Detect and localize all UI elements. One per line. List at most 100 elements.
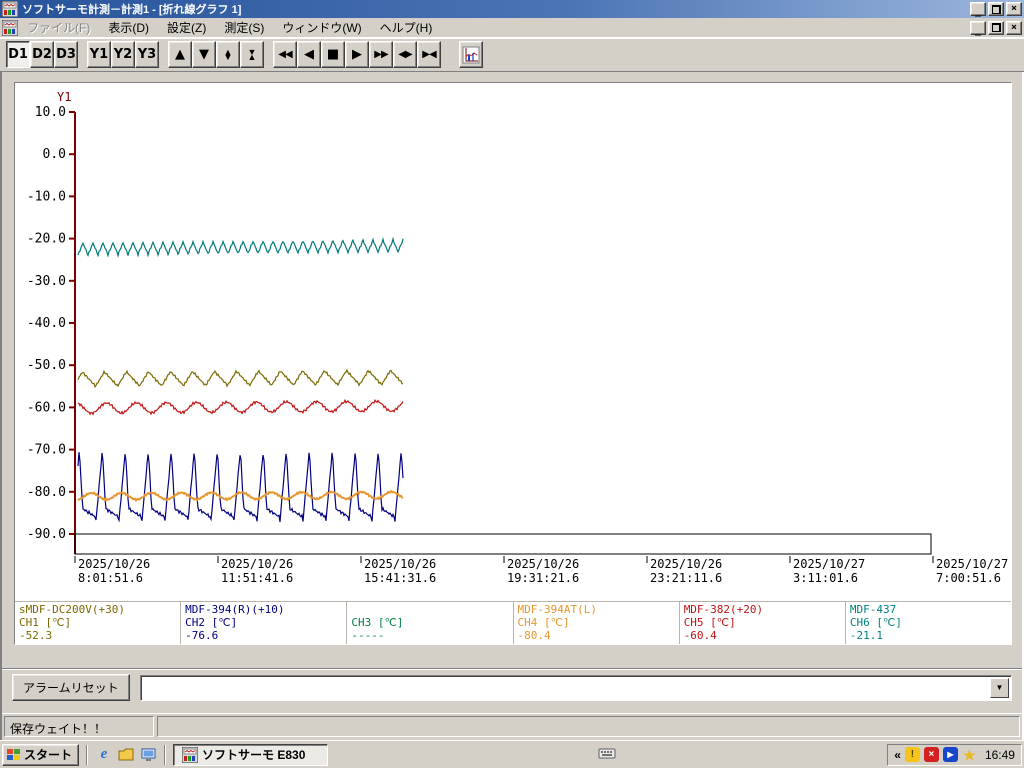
alarm-strip: アラームリセット ▼ xyxy=(2,668,1022,706)
child-window-icon[interactable] xyxy=(1,19,19,36)
svg-text:-60.0: -60.0 xyxy=(27,400,66,415)
alarm-reset-button[interactable]: アラームリセット xyxy=(12,674,130,701)
scroll-down-button[interactable]: ▼ xyxy=(192,41,216,68)
channel-name xyxy=(351,603,508,616)
legend-channel-3: CH3 [℃] ----- xyxy=(347,602,514,644)
menu-measure[interactable]: 測定(S) xyxy=(215,17,273,38)
compress-icon: ▼ ▲ xyxy=(247,46,257,62)
security-alert-icon[interactable]: × xyxy=(923,747,939,762)
desktop: ソフトサーモ計測－計測1 - [折れ線グラフ 1] _ × ファイル(F) 表示… xyxy=(0,0,1024,768)
child-close-button[interactable]: × xyxy=(1006,20,1022,35)
channel-label: CH2 [℃] xyxy=(185,616,238,629)
menu-help[interactable]: ヘルプ(H) xyxy=(371,17,442,38)
stop-button[interactable]: ■ xyxy=(321,41,345,68)
app-icon xyxy=(181,746,199,763)
toolbar-d2-button[interactable]: D2 xyxy=(30,41,54,68)
channel-value: -52.3 xyxy=(19,629,53,642)
toolbar-y1-button[interactable]: Y1 xyxy=(87,41,111,68)
windows-logo-icon xyxy=(7,749,20,760)
graph-settings-button[interactable] xyxy=(459,41,483,68)
compress-horizontal-button[interactable]: ▶◀ xyxy=(417,41,441,68)
toolbar-y2-button[interactable]: Y2 xyxy=(111,41,135,68)
channel-name: MDF-394AT(L) xyxy=(517,603,597,616)
legend-channel-1: sMDF-DC200V(+30) CH1 [℃] -52.3 xyxy=(15,602,182,644)
alarm-combobox-value[interactable] xyxy=(141,676,988,700)
double-right-icon: ▶▶ xyxy=(374,48,388,60)
folder-icon[interactable] xyxy=(117,746,135,764)
scroll-up-button[interactable]: ▲ xyxy=(168,41,192,68)
legend-channel-5: MDF-382(+20) CH5 [℃] -60.4 xyxy=(680,602,846,644)
svg-text:Y1: Y1 xyxy=(57,90,71,104)
channel-legend: sMDF-DC200V(+30) CH1 [℃] -52.3 MDF-394(R… xyxy=(15,601,1011,644)
channel-label: CH1 [℃] xyxy=(19,616,72,629)
up-arrow-icon: ▲ xyxy=(175,47,185,62)
show-desktop-icon[interactable] xyxy=(139,746,157,764)
svg-text:-10.0: -10.0 xyxy=(27,189,66,204)
channel-name: MDF-382(+20) xyxy=(683,603,764,616)
svg-text:19:31:21.6: 19:31:21.6 xyxy=(507,571,579,585)
channel-value: -76.6 xyxy=(185,629,219,642)
chart-icon xyxy=(462,46,480,63)
svg-text:8:01:51.6: 8:01:51.6 xyxy=(78,571,143,585)
alarm-combobox[interactable]: ▼ xyxy=(139,674,1012,701)
toolbar-d3-button[interactable]: D3 xyxy=(54,41,78,68)
close-button[interactable]: × xyxy=(1006,2,1022,16)
toolbar-y3-button[interactable]: Y3 xyxy=(135,41,159,68)
media-player-icon[interactable]: ▶ xyxy=(942,747,958,762)
minimize-button[interactable]: _ xyxy=(970,2,986,17)
app-icon xyxy=(1,0,19,18)
child-restore-button[interactable] xyxy=(988,20,1004,35)
legend-channel-2: MDF-394(R)(+10) CH2 [℃] -76.6 xyxy=(181,602,348,644)
double-left-icon: ◀◀ xyxy=(278,48,292,60)
svg-text:3:11:01.6: 3:11:01.6 xyxy=(793,571,858,585)
svg-text:2025/10/26: 2025/10/26 xyxy=(364,557,436,571)
status-panel-secondary xyxy=(157,716,1020,737)
channel-value: -21.1 xyxy=(849,629,883,642)
taskbar-separator xyxy=(86,744,89,765)
svg-text:2025/10/27: 2025/10/27 xyxy=(936,557,1008,571)
window-title: ソフトサーモ計測－計測1 - [折れ線グラフ 1] xyxy=(22,4,242,16)
combobox-dropdown-button[interactable]: ▼ xyxy=(990,677,1009,698)
compress-h-icon: ▶◀ xyxy=(422,48,436,60)
line-graph: Y110.0 0.0 -10.0 -20.0 -30.0 -40.0 -50.0 -60.0 -… xyxy=(27,90,1008,585)
child-minimize-button[interactable]: _ xyxy=(970,20,986,35)
compress-vertical-button[interactable]: ▼ ▲ xyxy=(240,41,264,68)
channel-label: CH6 [℃] xyxy=(849,616,902,629)
svg-text:-40.0: -40.0 xyxy=(27,316,66,331)
channel-name: MDF-437 xyxy=(849,603,897,616)
security-warning-icon[interactable]: ! xyxy=(904,747,920,762)
right-arrow-icon: ▶ xyxy=(352,47,362,62)
toolbar: D1 D2 D3 Y1 Y2 Y3 ▲ ▼ ▲ ▼ ▼ ▲ ◀◀ ◀ ■ ▶ ▶▶ … xyxy=(0,38,1024,72)
start-button[interactable]: スタート xyxy=(2,743,80,766)
svg-text:7:00:51.6: 7:00:51.6 xyxy=(936,571,1001,585)
restore-button[interactable] xyxy=(988,2,1004,16)
client-area: Y1 10.0 0.0 -10.0 -20.0 -30.0 -40.0 -50.0 -60.0 -… xyxy=(0,72,1024,740)
tray-chevron-icon[interactable]: « xyxy=(894,748,901,762)
ie-icon[interactable]: e xyxy=(95,746,113,764)
step-forward-button[interactable]: ▶ xyxy=(345,41,369,68)
expand-horizontal-button[interactable]: ◀▶ xyxy=(393,41,417,68)
jump-end-button[interactable]: ▶▶ xyxy=(369,41,393,68)
svg-text:2025/10/26: 2025/10/26 xyxy=(650,557,722,571)
channel-value: ----- xyxy=(351,629,385,642)
toolbar-d1-button[interactable]: D1 xyxy=(6,41,30,68)
left-arrow-icon: ◀ xyxy=(304,47,314,62)
task-button-softthermo[interactable]: ソフトサーモ E830 xyxy=(173,743,329,766)
menu-window[interactable]: ウィンドウ(W) xyxy=(273,17,370,38)
expand-vertical-button[interactable]: ▲ ▼ xyxy=(216,41,240,68)
expand-icon: ▲ ▼ xyxy=(223,46,233,62)
step-back-button[interactable]: ◀ xyxy=(297,41,321,68)
menu-settings[interactable]: 設定(Z) xyxy=(158,17,215,38)
expand-h-icon: ◀▶ xyxy=(398,48,412,60)
chevron-down-icon: ▼ xyxy=(995,683,1004,692)
update-star-icon[interactable]: ★ xyxy=(962,747,977,762)
legend-channel-6: MDF-437 CH6 [℃] -21.1 xyxy=(846,602,1011,644)
menu-view[interactable]: 表示(D) xyxy=(99,17,158,38)
start-label: スタート xyxy=(24,748,73,762)
channel-value: -80.4 xyxy=(517,629,551,642)
taskbar-clock: 16:49 xyxy=(984,747,1015,762)
keyboard-layout-icon[interactable] xyxy=(598,747,616,763)
jump-start-button[interactable]: ◀◀ xyxy=(273,41,297,68)
window-titlebar: ソフトサーモ計測－計測1 - [折れ線グラフ 1] _ × xyxy=(0,0,1024,18)
restore-icon xyxy=(991,4,1001,14)
